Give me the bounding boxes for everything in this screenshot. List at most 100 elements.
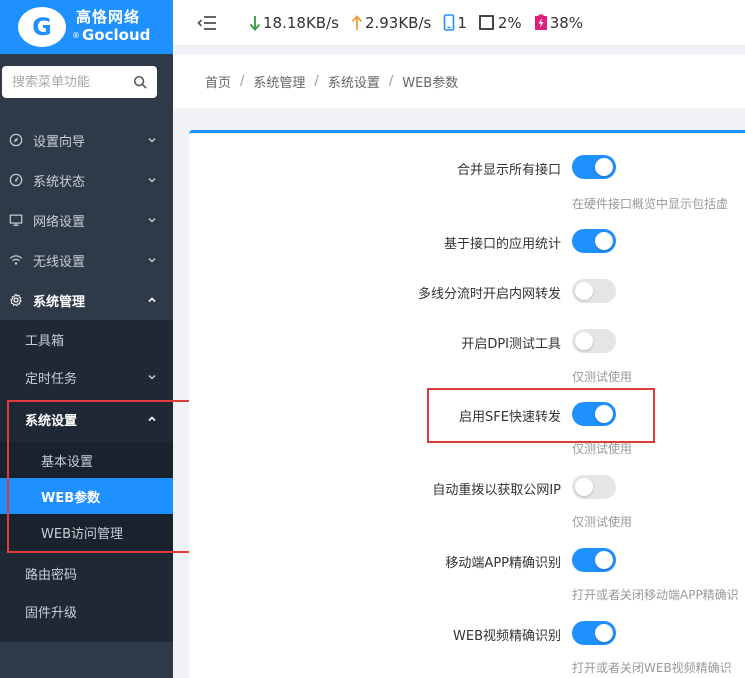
setting-hint: 仅测试使用 [572, 515, 633, 529]
toggle-knob [595, 158, 613, 176]
sidebar-item-setup-wizard[interactable]: 设置向导 [0, 120, 173, 160]
sidebar-subitem-label: 固件升级 [25, 605, 78, 621]
logo-registered: ® [72, 31, 80, 40]
phone-icon [444, 14, 455, 31]
setting-label: 移动端APP精确识别 [445, 556, 561, 571]
chevron-down-icon [147, 215, 157, 225]
setting-row-mobile-app-recognition: 移动端APP精确识别 [189, 546, 745, 576]
submenu-spacer [0, 630, 173, 642]
compass-icon [8, 132, 24, 148]
toggle-knob [575, 332, 593, 350]
top-bar: 18.18KB/s 2.93KB/s 1 2% 38% [173, 0, 745, 46]
setting-hint: 在硬件接口概览中显示包括虚 [572, 197, 729, 211]
breadcrumb-separator: / [388, 73, 394, 89]
sidebar-item-wireless-settings[interactable]: 无线设置 [0, 240, 173, 280]
setting-label: 合并显示所有接口 [456, 163, 561, 178]
auto-redial-toggle[interactable] [572, 475, 616, 499]
sidebar-item-network-settings[interactable]: 网络设置 [0, 200, 173, 240]
cpu-icon [478, 15, 494, 30]
breadcrumb: 首页 / 系统管理 / 系统设置 / WEB参数 [173, 54, 745, 108]
logo-text: 高恪网络 ® Gocloud [72, 8, 151, 45]
battery-icon [534, 14, 547, 30]
highlight-box-sfe [427, 388, 655, 443]
cpu-usage: 2% [478, 13, 522, 32]
arrow-up-icon [351, 14, 363, 30]
breadcrumb-separator: / [240, 73, 245, 89]
sidebar-menu: 设置向导 系统状态 网络设置 无线设置 系统管理 工具箱 定时任务 系统设置 基… [0, 120, 173, 642]
setting-label: 基于接口的应用统计 [443, 237, 561, 252]
logo-en: Gocloud [82, 26, 151, 44]
breadcrumb-system-settings[interactable]: 系统设置 [328, 72, 380, 91]
setting-label: 开启DPI测试工具 [461, 337, 561, 352]
upload-speed: 2.93KB/s [351, 14, 431, 32]
upload-speed-value: 2.93KB/s [364, 13, 432, 32]
logo-icon: G [18, 7, 66, 47]
setting-label: WEB视频精确识别 [453, 629, 561, 644]
sidebar-subitem-scheduled-tasks[interactable]: 定时任务 [0, 358, 173, 396]
device-count: 1 [443, 14, 467, 32]
chevron-up-icon [147, 295, 157, 305]
breadcrumb-system-management[interactable]: 系统管理 [253, 72, 305, 91]
arrow-down-icon [249, 15, 261, 31]
chevron-down-icon [147, 135, 157, 145]
memory-usage: 38% [534, 14, 583, 32]
sidebar: G 高恪网络 ®Gocloud 设置向导 系统状态 [0, 0, 173, 678]
chevron-down-icon [147, 372, 157, 382]
sidebar-subitem-label: 定时任务 [25, 371, 78, 387]
interface-app-stats-toggle[interactable] [572, 229, 616, 253]
wifi-icon [8, 252, 24, 268]
search-icon[interactable] [133, 75, 147, 89]
chevron-down-icon [147, 255, 157, 265]
setting-row-web-video-recognition: WEB视频精确识别 [189, 619, 745, 649]
lan-forwarding-toggle[interactable] [572, 279, 616, 303]
breadcrumb-home[interactable]: 首页 [205, 72, 231, 91]
sidebar-subitem-label: 工具箱 [25, 333, 65, 349]
dashboard-icon [8, 172, 24, 188]
menu-fold-icon[interactable] [197, 15, 217, 31]
toggle-knob [575, 478, 593, 496]
cpu-usage-value: 2% [497, 13, 522, 32]
sidebar-item-label: 系统管理 [33, 294, 86, 310]
sidebar-item-label: 网络设置 [33, 214, 86, 230]
logo-cn: 高恪网络 [76, 8, 141, 26]
toggle-knob [575, 282, 593, 300]
sidebar-subitem-router-password[interactable]: 路由密码 [0, 554, 173, 592]
sidebar-item-label: 无线设置 [33, 254, 86, 270]
gear-icon [8, 292, 24, 308]
setting-row-dpi-test: 开启DPI测试工具 [189, 327, 745, 357]
breadcrumb-current: WEB参数 [402, 75, 459, 91]
breadcrumb-separator: / [314, 73, 319, 89]
download-speed-value: 18.18KB/s [263, 13, 339, 32]
monitor-icon [8, 212, 24, 228]
merge-interfaces-toggle[interactable] [572, 155, 616, 179]
web-video-recognition-toggle[interactable] [572, 621, 616, 645]
search-wrap [0, 54, 173, 108]
setting-label: 多线分流时开启内网转发 [417, 287, 561, 302]
toggle-knob [595, 624, 613, 642]
setting-hint: 打开或者关闭WEB视频精确识 [572, 661, 732, 675]
logo-mark-letter: G [32, 13, 52, 41]
sidebar-item-label: 设置向导 [33, 134, 86, 150]
setting-row-merge-interfaces: 合并显示所有接口 [189, 153, 745, 183]
setting-row-interface-app-stats: 基于接口的应用统计 [189, 227, 745, 257]
logo-bar: G 高恪网络 ® Gocloud [0, 0, 173, 54]
memory-usage-value: 38% [549, 13, 584, 32]
sidebar-subitem-firmware-upgrade[interactable]: 固件升级 [0, 592, 173, 630]
toggle-knob [595, 232, 613, 250]
sidebar-subitem-toolbox[interactable]: 工具箱 [0, 320, 173, 358]
sidebar-item-label: 系统状态 [33, 174, 86, 190]
dpi-test-toggle[interactable] [572, 329, 616, 353]
search-input[interactable] [12, 74, 122, 90]
setting-label: 自动重拨以获取公网IP [432, 483, 561, 498]
setting-row-auto-redial: 自动重拨以获取公网IP [189, 473, 745, 503]
download-speed: 18.18KB/s [249, 14, 339, 32]
setting-row-lan-forwarding: 多线分流时开启内网转发 [189, 277, 745, 307]
setting-hint: 打开或者关闭移动端APP精确识 [572, 588, 739, 602]
sidebar-subitem-label: 路由密码 [25, 567, 78, 583]
sidebar-item-system-management[interactable]: 系统管理 [0, 280, 173, 320]
search-box [2, 66, 157, 98]
highlight-box-sidebar [7, 400, 195, 553]
toggle-knob [595, 551, 613, 569]
sidebar-item-system-status[interactable]: 系统状态 [0, 160, 173, 200]
mobile-app-recognition-toggle[interactable] [572, 548, 616, 572]
